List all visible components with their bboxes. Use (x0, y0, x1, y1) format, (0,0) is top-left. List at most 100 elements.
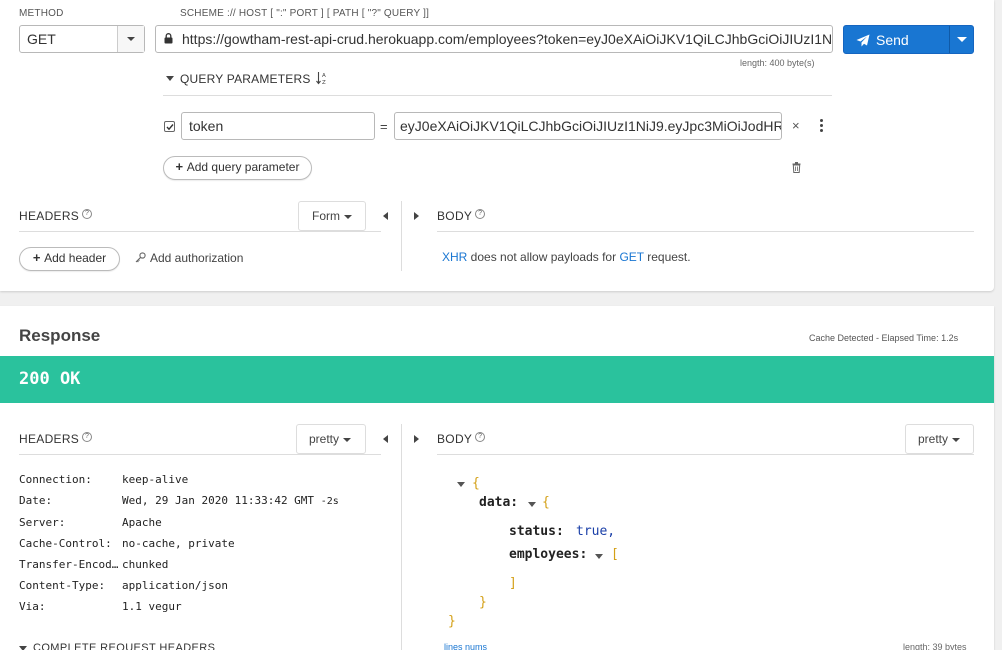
header-value: 1.1 vegur (122, 600, 182, 613)
header-key: Via: (19, 600, 46, 613)
header-value: chunked (122, 558, 169, 571)
collapse-data-toggle[interactable] (528, 502, 536, 507)
expand-right-icon[interactable] (414, 435, 419, 443)
divider (19, 454, 381, 455)
response-title: Response (19, 326, 101, 345)
json-key-data: data: (479, 495, 519, 510)
response-headers-heading: HEADERS? (19, 432, 93, 446)
get-link[interactable]: GET (619, 250, 643, 264)
expand-right-icon[interactable] (414, 212, 419, 220)
collapse-left-icon[interactable] (383, 435, 388, 443)
json-value-status: true, (576, 524, 616, 539)
add-query-param-button[interactable]: + Add query parameter (163, 156, 312, 180)
json-data-close: } (479, 595, 487, 610)
response-panel: Response Cache Detected - Elapsed Time: … (0, 306, 994, 650)
collapse-root-toggle[interactable] (457, 482, 465, 487)
header-key: Transfer-Encod… (19, 558, 119, 571)
plus-icon: + (32, 250, 45, 265)
json-employees-close: ] (509, 576, 517, 591)
key-icon (135, 252, 146, 263)
body-view-toggle[interactable]: pretty (905, 424, 974, 454)
json-root-close: } (448, 614, 456, 629)
chevron-down-icon (19, 645, 27, 650)
header-value: keep-alive (122, 473, 189, 486)
divider (437, 231, 974, 232)
divider (19, 231, 381, 232)
status-code: 200 OK (19, 369, 81, 389)
chevron-down-icon (957, 37, 967, 42)
help-icon[interactable]: ? (475, 432, 486, 442)
collapse-left-icon[interactable] (383, 212, 388, 220)
header-value: Wed, 29 Jan 2020 11:33:42 GMT -2s (122, 494, 339, 507)
date-offset: -2s (320, 496, 339, 507)
method-select[interactable]: GET (19, 25, 145, 53)
url-value: https://gowtham-rest-api-crud.herokuapp.… (182, 31, 833, 47)
param-name-input[interactable]: token (181, 112, 375, 140)
help-icon[interactable]: ? (475, 209, 486, 219)
help-icon[interactable]: ? (82, 432, 93, 442)
remove-param-icon[interactable]: × (792, 118, 800, 133)
header-value: no-cache, private (122, 537, 235, 550)
json-key-employees: employees: (509, 547, 588, 562)
header-key: Connection: (19, 473, 92, 486)
send-label: Send (876, 32, 909, 48)
add-query-param-label: Add query parameter (186, 160, 300, 174)
status-bar: 200 OK (0, 356, 994, 403)
trash-icon[interactable] (792, 162, 801, 173)
json-data-open: { (542, 495, 550, 510)
chevron-down-icon (127, 37, 135, 41)
svg-text:Z: Z (322, 80, 326, 85)
xhr-link[interactable]: XHR (442, 250, 467, 264)
lock-icon (164, 33, 173, 44)
headers-form-toggle[interactable]: Form (298, 201, 366, 231)
param-more-icon[interactable] (820, 119, 823, 132)
method-value: GET (27, 31, 56, 47)
body-note: XHR does not allow payloads for GET requ… (442, 250, 691, 264)
chevron-down-icon (166, 76, 174, 81)
add-authorization-link[interactable]: Add authorization (135, 251, 243, 265)
help-icon[interactable]: ? (82, 209, 93, 219)
method-label: METHOD (19, 8, 64, 19)
panel-divider (401, 201, 402, 271)
sort-alpha-icon[interactable]: A Z (316, 71, 328, 85)
header-value: Apache (122, 516, 162, 529)
url-format-label: SCHEME :// HOST [ ":" PORT ] [ PATH [ "?… (180, 8, 430, 19)
request-headers-heading: HEADERS? (19, 209, 93, 223)
json-root-open: { (472, 476, 480, 491)
url-length: length: 400 byte(s) (740, 58, 815, 68)
url-input[interactable]: https://gowtham-rest-api-crud.herokuapp.… (155, 25, 833, 53)
chevron-down-icon (952, 437, 961, 442)
divider (437, 454, 974, 455)
header-value: application/json (122, 579, 228, 592)
header-key: Content-Type: (19, 579, 106, 592)
chevron-down-icon (344, 214, 352, 219)
lines-nums-link[interactable]: lines nums (444, 642, 487, 650)
divider (163, 95, 832, 96)
add-header-button[interactable]: + Add header (19, 247, 120, 271)
body-length: length: 39 bytes (903, 642, 967, 650)
headers-view-toggle[interactable]: pretty (296, 424, 366, 454)
param-value-input[interactable]: eyJ0eXAiOiJKV1QiLCJhbGciOiJIUzI1NiJ9.eyJ… (394, 112, 782, 140)
send-options-toggle[interactable] (950, 26, 974, 53)
chevron-down-icon (343, 437, 352, 442)
header-key: Date: (19, 494, 53, 507)
param-enabled-checkbox[interactable] (164, 121, 175, 132)
method-dropdown-toggle[interactable] (117, 26, 144, 52)
query-params-label: QUERY PARAMETERS (180, 72, 311, 86)
header-key: Server: (19, 516, 66, 529)
complete-headers-toggle[interactable]: COMPLETE REQUEST HEADERS (19, 642, 215, 650)
param-value-text: eyJ0eXAiOiJKV1QiLCJhbGciOiJIUzI1NiJ9.eyJ… (400, 118, 781, 134)
paper-plane-icon (856, 34, 870, 47)
equals-sign: = (380, 119, 388, 134)
check-icon (166, 124, 174, 131)
json-key-status: status: (509, 524, 564, 539)
send-button[interactable]: Send (843, 25, 974, 54)
request-body-heading: BODY? (437, 209, 486, 223)
plus-icon: + (175, 159, 187, 174)
panel-divider (401, 424, 402, 650)
cache-note: Cache Detected - Elapsed Time: 1.2s (809, 333, 959, 343)
json-employees-open: [ (611, 547, 619, 562)
collapse-employees-toggle[interactable] (595, 554, 603, 559)
header-key: Cache-Control: (19, 537, 112, 550)
request-panel: METHOD GET SCHEME :// HOST [ ":" PORT ] … (0, 0, 994, 291)
